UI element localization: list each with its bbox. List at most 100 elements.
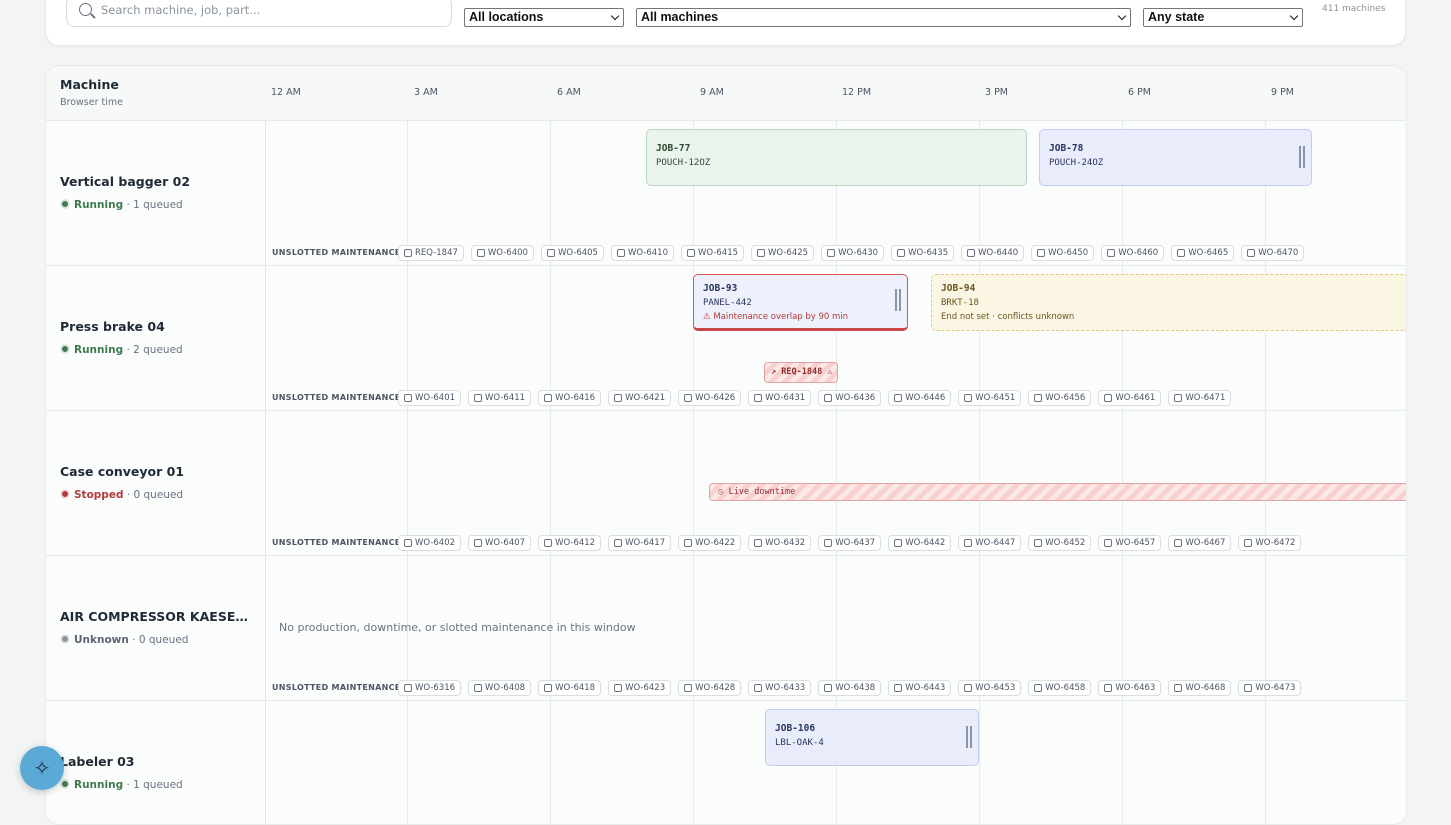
search-input[interactable] — [101, 0, 441, 20]
work-order-id: WO-6435 — [908, 248, 949, 258]
maintenance-chip[interactable]: WO-6436 — [818, 390, 882, 406]
maintenance-chip[interactable]: WO-6450 — [1031, 245, 1095, 261]
calendar-wrench-icon — [1174, 684, 1183, 692]
maintenance-chip[interactable]: WO-6410 — [610, 245, 674, 261]
maintenance-chip[interactable]: WO-6408 — [468, 680, 532, 696]
search-icon — [79, 3, 92, 16]
maintenance-chip[interactable]: WO-6432 — [748, 535, 812, 551]
maintenance-chip[interactable]: WO-6458 — [1028, 680, 1092, 696]
work-order-id: WO-6472 — [1255, 538, 1296, 548]
maintenance-chip[interactable]: WO-6423 — [608, 680, 672, 696]
unslotted-label: UNSLOTTED MAINTENANCE — [272, 538, 401, 547]
maintenance-chips: WO-6316 WO-6408 WO-6418 WO-6423 WO-6428 WO-64… — [398, 680, 1302, 696]
maintenance-chip[interactable]: WO-6435 — [891, 245, 955, 261]
maintenance-chip[interactable]: WO-6412 — [538, 535, 602, 551]
resize-handle[interactable] — [895, 289, 901, 311]
machine-name[interactable]: Press brake 04 — [60, 319, 165, 334]
maintenance-chip[interactable]: WO-6411 — [468, 390, 532, 406]
maintenance-chip[interactable]: WO-6463 — [1098, 680, 1162, 696]
maintenance-chip[interactable]: WO-6416 — [538, 390, 602, 406]
maintenance-chip[interactable]: WO-6418 — [538, 680, 602, 696]
maintenance-chip[interactable]: WO-6422 — [678, 535, 742, 551]
maintenance-chip[interactable]: WO-6430 — [821, 245, 885, 261]
maintenance-request-block[interactable]: ↗ REQ-1848 ⚠ — [764, 362, 838, 383]
maintenance-chip[interactable]: WO-6470 — [1241, 245, 1305, 261]
job-block[interactable]: JOB-77 POUCH-12OZ — [646, 129, 1027, 186]
job-block[interactable]: JOB-78 POUCH-24OZ — [1039, 129, 1312, 186]
calendar-wrench-icon — [544, 394, 553, 402]
maintenance-chip[interactable]: WO-6456 — [1028, 390, 1092, 406]
state-select[interactable]: Any state — [1143, 8, 1303, 27]
machine-select[interactable]: All machines — [636, 8, 1131, 27]
maintenance-chip[interactable]: WO-6426 — [678, 390, 742, 406]
maintenance-chip[interactable]: WO-6401 — [398, 390, 462, 406]
work-order-id: WO-6453 — [975, 683, 1016, 693]
machine-name[interactable]: Case conveyor 01 — [60, 464, 184, 479]
maintenance-chip[interactable]: WO-6316 — [398, 680, 462, 696]
maintenance-chip[interactable]: WO-6438 — [818, 680, 882, 696]
maintenance-chip[interactable]: WO-6446 — [888, 390, 952, 406]
timezone-label: Browser time — [60, 97, 123, 108]
maintenance-chip[interactable]: WO-6468 — [1168, 680, 1232, 696]
resize-handle[interactable] — [966, 726, 972, 748]
maintenance-chip[interactable]: WO-6471 — [1168, 390, 1232, 406]
maintenance-chip[interactable]: WO-6437 — [818, 535, 882, 551]
machine-name[interactable]: Vertical bagger 02 — [60, 174, 190, 189]
maintenance-chip[interactable]: WO-6452 — [1028, 535, 1092, 551]
wrench-icon: ↗ — [771, 367, 777, 377]
maintenance-chip[interactable]: WO-6428 — [678, 680, 742, 696]
maintenance-chip[interactable]: WO-6425 — [751, 245, 815, 261]
maintenance-chip[interactable]: WO-6472 — [1238, 535, 1302, 551]
calendar-wrench-icon — [754, 539, 763, 547]
resize-handle[interactable] — [1299, 146, 1305, 168]
maintenance-chip[interactable]: WO-6433 — [748, 680, 812, 696]
calendar-wrench-icon — [684, 539, 693, 547]
maintenance-chip[interactable]: WO-6457 — [1098, 535, 1162, 551]
maintenance-chip[interactable]: WO-6421 — [608, 390, 672, 406]
calendar-wrench-icon — [824, 539, 833, 547]
work-order-id: WO-6416 — [555, 393, 596, 403]
maintenance-chip[interactable]: WO-6407 — [468, 535, 532, 551]
queue-count: · 1 queued — [126, 779, 183, 791]
machine-name[interactable]: AIR COMPRESSOR KAESER BSD 72 — [60, 609, 252, 624]
sparkles-icon[interactable]: ✧ — [20, 746, 64, 790]
maintenance-chip[interactable]: WO-6417 — [608, 535, 672, 551]
maintenance-chip[interactable]: WO-6467 — [1168, 535, 1232, 551]
maintenance-chip[interactable]: WO-6447 — [958, 535, 1022, 551]
maintenance-chip[interactable]: WO-6443 — [888, 680, 952, 696]
maintenance-chip[interactable]: WO-6431 — [748, 390, 812, 406]
work-order-id: WO-6447 — [975, 538, 1016, 548]
work-order-id: WO-6418 — [555, 683, 596, 693]
state-select-value: Any state — [1148, 10, 1205, 24]
maintenance-chip[interactable]: WO-6402 — [398, 535, 462, 551]
maintenance-chip[interactable]: WO-6400 — [470, 245, 534, 261]
live-downtime-bar[interactable]: ⦸ Live downtime — [709, 483, 1406, 501]
maintenance-chip[interactable]: WO-6451 — [958, 390, 1022, 406]
status-dot — [60, 344, 70, 354]
machine-select-value: All machines — [641, 10, 719, 24]
maintenance-chip[interactable]: WO-6440 — [961, 245, 1025, 261]
machine-name[interactable]: Labeler 03 — [60, 754, 135, 769]
calendar-wrench-icon — [544, 539, 553, 547]
maintenance-chip[interactable]: WO-6453 — [958, 680, 1022, 696]
maintenance-chip[interactable]: REQ-1847 — [398, 245, 464, 261]
search-box[interactable] — [66, 0, 452, 27]
job-part: BRKT-18 — [941, 298, 979, 308]
maintenance-chip[interactable]: WO-6442 — [888, 535, 952, 551]
work-order-id: WO-6438 — [835, 683, 876, 693]
status-dot — [60, 489, 70, 499]
timeline-header: Machine Browser time 12 AM 3 AM 6 AM 9 A… — [46, 66, 1406, 121]
maintenance-chip[interactable]: WO-6473 — [1238, 680, 1302, 696]
job-block-open-ended[interactable]: JOB-94 BRKT-18 End not set · conflicts u… — [931, 274, 1406, 331]
maintenance-chip[interactable]: WO-6415 — [681, 245, 745, 261]
maintenance-chip[interactable]: WO-6465 — [1171, 245, 1235, 261]
maintenance-chip[interactable]: WO-6460 — [1101, 245, 1165, 261]
maintenance-chip[interactable]: WO-6405 — [540, 245, 604, 261]
location-select[interactable]: All locations — [464, 8, 624, 27]
job-block-conflict[interactable]: JOB-93 PANEL-442 ⚠ Maintenance overlap b… — [693, 274, 908, 331]
calendar-wrench-icon — [474, 539, 483, 547]
unslotted-label: UNSLOTTED MAINTENANCE — [272, 683, 401, 692]
chevron-down-icon — [1289, 11, 1299, 21]
job-block[interactable]: JOB-106 LBL-OAK-4 — [765, 709, 979, 766]
maintenance-chip[interactable]: WO-6461 — [1098, 390, 1162, 406]
